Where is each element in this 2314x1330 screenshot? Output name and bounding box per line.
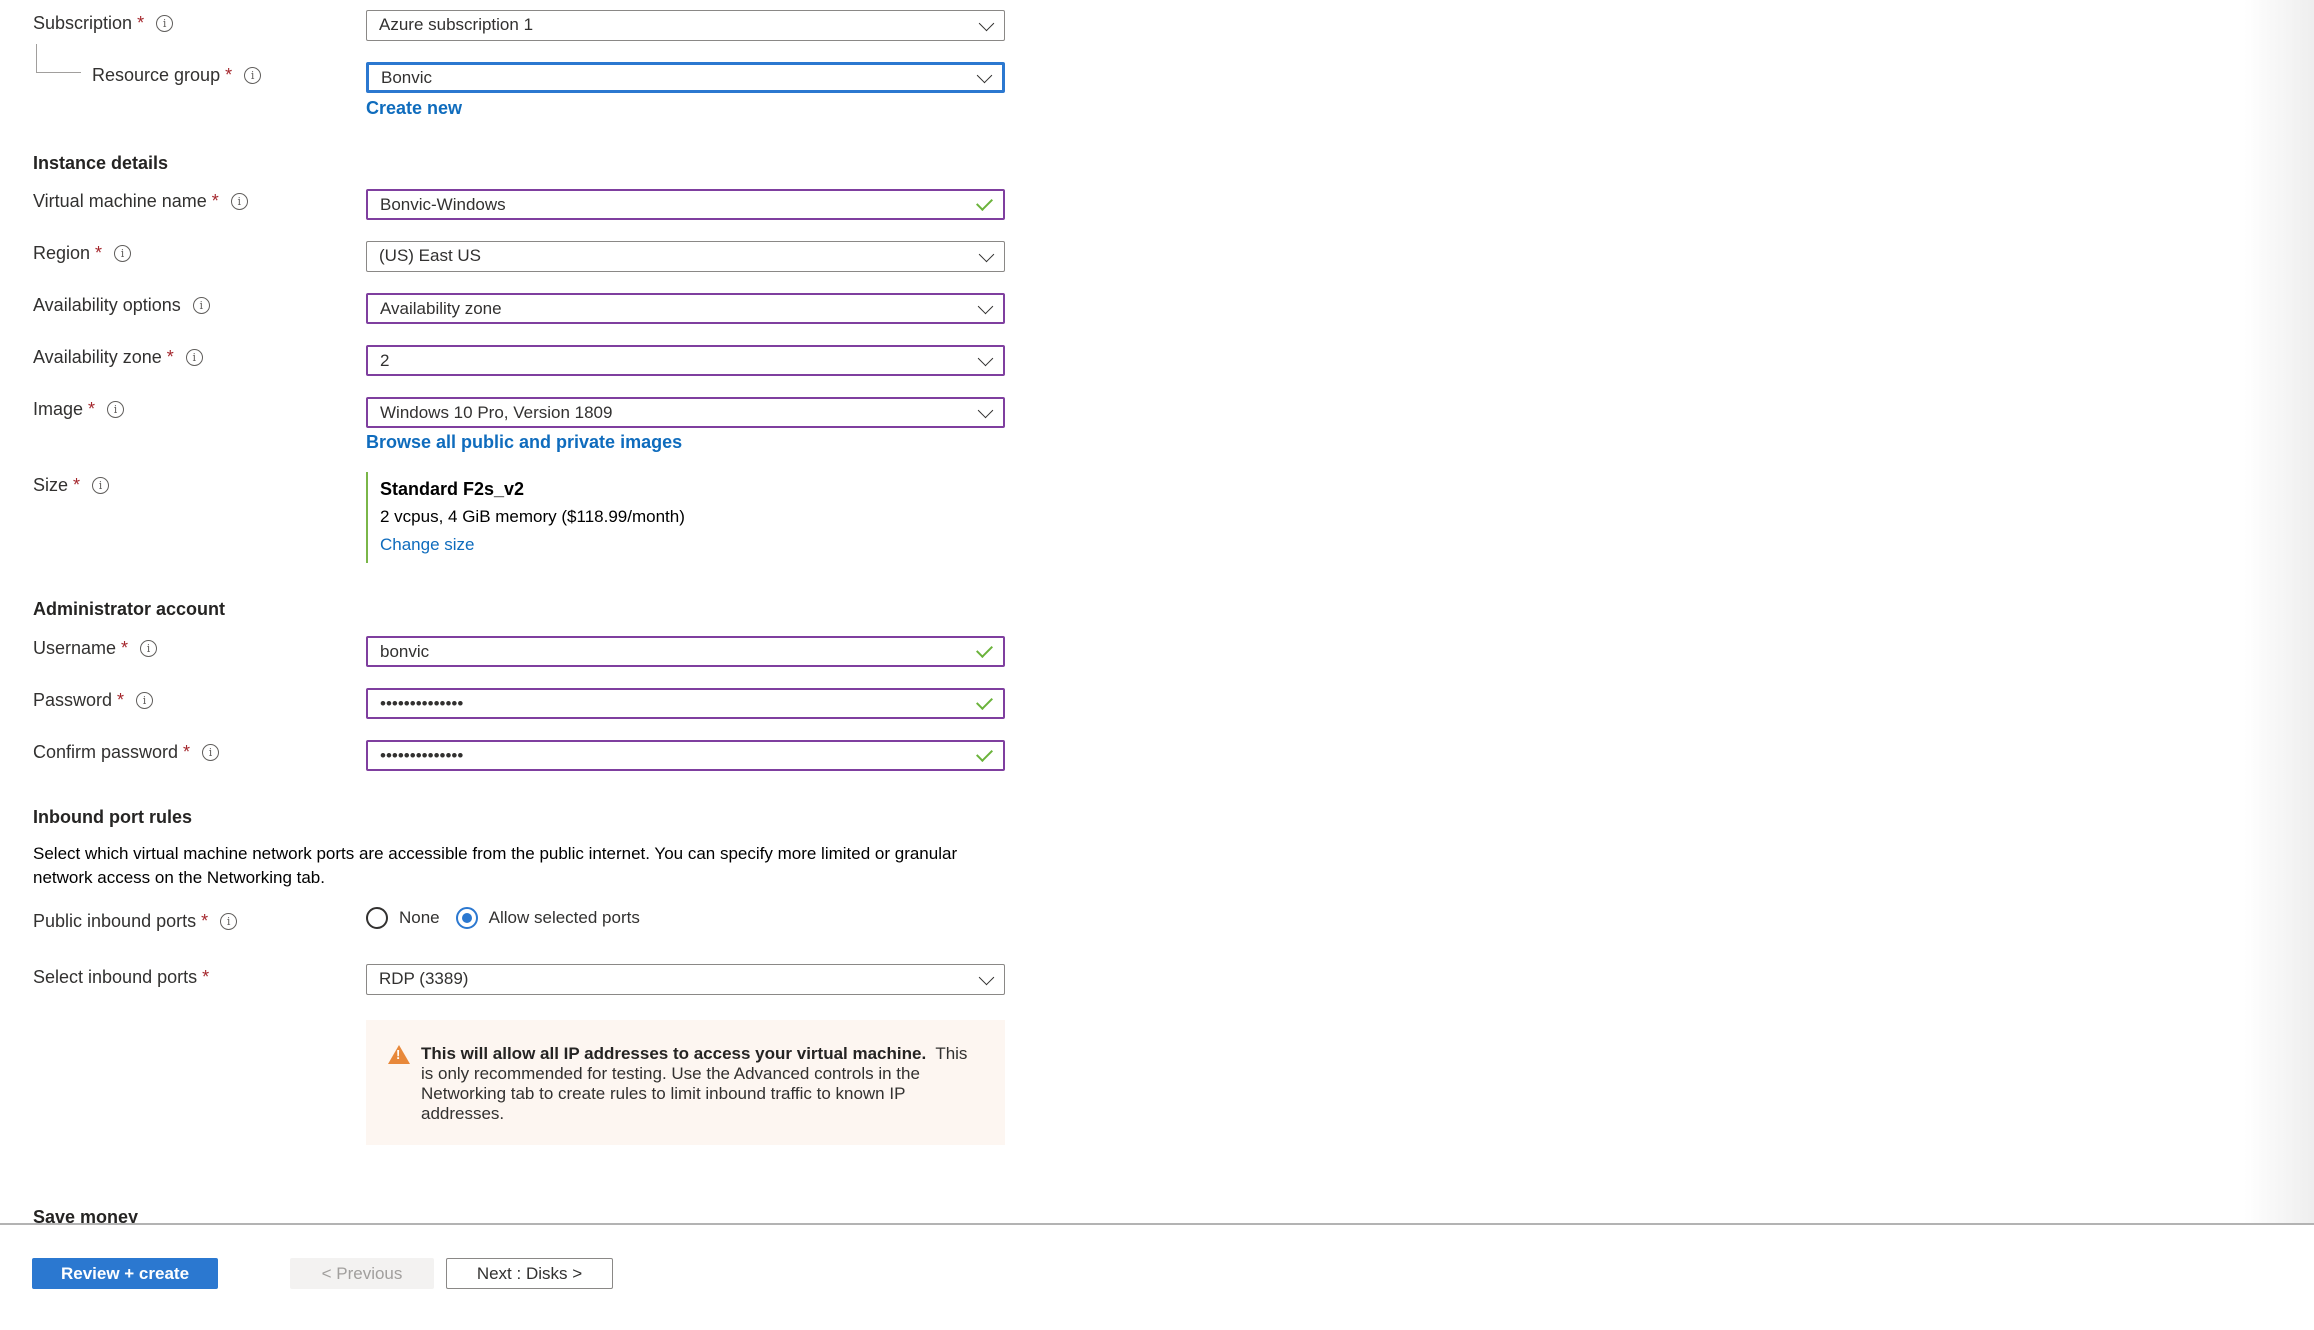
- admin-account-heading: Administrator account: [33, 599, 226, 619]
- inbound-rules-heading: Inbound port rules: [33, 807, 192, 827]
- required-mark: *: [225, 65, 233, 85]
- info-icon[interactable]: i: [92, 476, 110, 494]
- info-icon[interactable]: i: [202, 743, 220, 761]
- availability-zone-label: Availability zone * i: [33, 346, 203, 368]
- vm-name-label: Virtual machine name * i: [33, 190, 248, 212]
- previous-button[interactable]: < Previous: [290, 1258, 434, 1289]
- password-label: Password * i: [33, 689, 154, 711]
- checkmark-icon: [976, 744, 993, 762]
- info-icon[interactable]: i: [244, 66, 262, 84]
- radio-none[interactable]: [366, 907, 388, 929]
- size-name: Standard F2s_v2: [380, 479, 525, 499]
- confirm-password-input[interactable]: ••••••••••••••: [366, 740, 1005, 771]
- region-label: Region * i: [33, 242, 132, 264]
- info-icon[interactable]: i: [192, 296, 210, 314]
- required-mark: *: [88, 399, 96, 419]
- select-inbound-ports-dropdown[interactable]: RDP (3389): [366, 964, 1005, 995]
- required-mark: *: [211, 191, 219, 211]
- size-summary: Standard F2s_v2 2 vcpus, 4 GiB memory ($…: [366, 472, 685, 563]
- vm-name-input[interactable]: Bonvic-Windows: [366, 189, 1005, 220]
- required-mark: *: [183, 742, 191, 762]
- inbound-rules-description: Select which virtual machine network por…: [33, 844, 958, 887]
- chevron-down-icon: [978, 969, 995, 985]
- size-description: 2 vcpus, 4 GiB memory ($118.99/month): [380, 507, 685, 526]
- change-size-link[interactable]: Change size: [380, 534, 475, 556]
- availability-options-dropdown[interactable]: Availability zone: [366, 293, 1005, 324]
- chevron-down-icon: [978, 15, 995, 31]
- info-icon[interactable]: i: [156, 14, 174, 32]
- chevron-down-icon: [978, 246, 995, 262]
- info-icon[interactable]: i: [140, 639, 158, 657]
- warning-bold-text: This will allow all IP addresses to acce…: [421, 1044, 927, 1063]
- region-dropdown[interactable]: (US) East US: [366, 241, 1005, 272]
- info-icon[interactable]: i: [185, 348, 203, 366]
- radio-allow-selected-ports[interactable]: [455, 907, 478, 929]
- checkmark-icon: [976, 193, 993, 211]
- availability-zone-dropdown[interactable]: 2: [366, 345, 1005, 376]
- info-icon[interactable]: i: [230, 192, 248, 210]
- required-mark: *: [95, 243, 103, 263]
- username-input[interactable]: bonvic: [366, 636, 1005, 667]
- select-inbound-ports-label: Select inbound ports *: [33, 967, 210, 987]
- chevron-down-icon: [977, 350, 994, 366]
- save-money-heading: Save money: [33, 1207, 139, 1224]
- required-mark: *: [201, 911, 209, 931]
- review-create-button[interactable]: Review + create: [32, 1258, 218, 1289]
- radio-none-label[interactable]: None: [399, 908, 440, 928]
- next-disks-button[interactable]: Next : Disks >: [446, 1258, 613, 1289]
- chevron-down-icon: [977, 402, 994, 418]
- required-mark: *: [121, 638, 129, 658]
- chevron-down-icon: [977, 298, 994, 314]
- required-mark: *: [166, 347, 174, 367]
- checkmark-icon: [976, 640, 993, 658]
- public-inbound-ports-label: Public inbound ports * i: [33, 910, 238, 932]
- availability-options-label: Availability options i: [33, 294, 210, 316]
- confirm-password-label: Confirm password * i: [33, 741, 220, 763]
- create-new-link[interactable]: Create new: [366, 97, 462, 119]
- image-label: Image * i: [33, 398, 125, 420]
- subscription-dropdown[interactable]: Azure subscription 1: [366, 10, 1005, 41]
- password-input[interactable]: ••••••••••••••: [366, 688, 1005, 719]
- warning-icon: !: [388, 1045, 410, 1064]
- info-icon[interactable]: i: [136, 691, 154, 709]
- resource-group-label: Resource group * i: [92, 64, 262, 86]
- required-mark: *: [202, 967, 210, 987]
- subscription-label: Subscription * i: [33, 12, 174, 34]
- public-inbound-ports-radio-group: None Allow selected ports: [366, 907, 656, 929]
- username-label: Username * i: [33, 637, 158, 659]
- required-mark: *: [73, 475, 81, 495]
- warning-banner: ! This will allow all IP addresses to ac…: [366, 1020, 1005, 1145]
- basics-form[interactable]: Subscription * i Azure subscription 1 Re…: [0, 0, 2314, 1224]
- required-mark: *: [117, 690, 125, 710]
- required-mark: *: [137, 13, 145, 33]
- tree-connector: [36, 44, 81, 73]
- footer-divider: [0, 1223, 2314, 1225]
- size-label: Size * i: [33, 474, 110, 496]
- browse-images-link[interactable]: Browse all public and private images: [366, 431, 682, 453]
- image-dropdown[interactable]: Windows 10 Pro, Version 1809: [366, 397, 1005, 428]
- checkmark-icon: [976, 692, 993, 710]
- resource-group-dropdown[interactable]: Bonvic: [366, 62, 1005, 93]
- chevron-down-icon: [976, 67, 993, 83]
- radio-allow-selected-ports-label[interactable]: Allow selected ports: [489, 908, 640, 928]
- info-icon[interactable]: i: [220, 912, 238, 930]
- info-icon[interactable]: i: [107, 400, 125, 418]
- info-icon[interactable]: i: [114, 244, 132, 262]
- instance-details-heading: Instance details: [33, 153, 169, 173]
